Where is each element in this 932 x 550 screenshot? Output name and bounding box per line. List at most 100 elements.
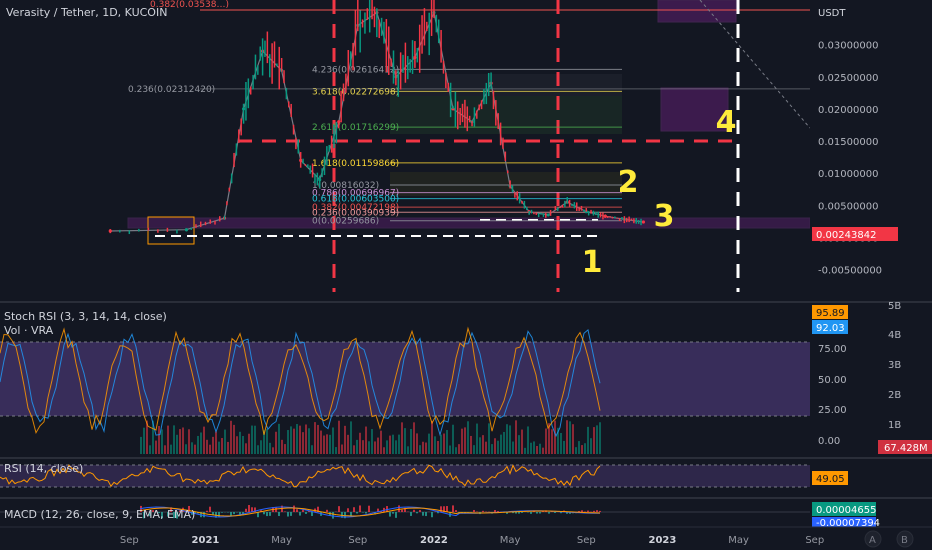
stoch-tick: 75.00: [818, 344, 847, 355]
volume-bar: [272, 447, 274, 454]
stoch-tick: 25.00: [818, 405, 847, 416]
price-tick: 0.02000000: [818, 105, 878, 116]
volume-bar: [173, 425, 175, 454]
volume-bar: [239, 431, 241, 454]
volume-bar: [356, 439, 358, 454]
macd-histogram-bar: [218, 512, 220, 518]
volume-bar: [347, 434, 349, 454]
volume-bar: [518, 435, 520, 454]
macd-histogram-bar: [278, 512, 280, 517]
fib-zone-upper: [390, 74, 622, 96]
volume-bar: [599, 422, 601, 454]
volume-bar: [542, 447, 544, 454]
volume-bar: [278, 423, 280, 454]
macd-value: 0.00004655: [816, 505, 876, 516]
volume-bar: [506, 424, 508, 454]
volume-bar: [476, 423, 478, 454]
volume-bar: [176, 434, 178, 454]
macd-histogram-bar: [395, 512, 397, 518]
volume-bar: [509, 425, 511, 454]
macd-histogram-bar: [473, 509, 475, 512]
volume-bar: [206, 439, 208, 454]
macd-histogram-bar: [548, 512, 550, 514]
volume-bar: [407, 446, 409, 454]
volume-bar: [521, 429, 523, 454]
volume-bar: [470, 435, 472, 454]
macd-histogram-bar: [365, 512, 367, 514]
volume-bar: [302, 432, 304, 454]
volume-bar: [515, 420, 517, 454]
macd-title: MACD (12, 26, close, 9, EMA, EMA): [4, 508, 196, 521]
volume-bar: [461, 428, 463, 454]
macd-histogram-bar: [368, 505, 370, 512]
macd-histogram-bar: [287, 512, 289, 517]
macd-histogram-bar: [347, 508, 349, 512]
time-label: Sep: [120, 535, 139, 546]
chart-canvas[interactable]: 4.236(0.02616412)3.618(0.02272698)2.618(…: [0, 0, 932, 550]
volume-bar: [551, 429, 553, 454]
macd-histogram-bar: [554, 512, 556, 513]
time-label: May: [271, 535, 292, 546]
macd-histogram-bar: [299, 512, 301, 516]
volume-bar: [221, 438, 223, 454]
volume-bar: [527, 426, 529, 454]
macd-histogram-bar: [230, 512, 232, 516]
volume-bar: [287, 430, 289, 454]
volume-bar: [584, 443, 586, 454]
macd-histogram-bar: [359, 505, 361, 512]
macd-histogram-bar: [581, 510, 583, 512]
volume-bar: [167, 425, 169, 454]
rsi-value: 49.05: [816, 474, 845, 485]
macd-histogram-bar: [419, 510, 421, 512]
time-axis[interactable]: [0, 527, 932, 550]
support-band: [127, 217, 811, 229]
volume-bar: [338, 420, 340, 454]
volume-bar: [248, 433, 250, 454]
macd-histogram-bar: [446, 506, 448, 512]
vol-tick: 1B: [888, 420, 901, 431]
macd-histogram-bar: [269, 512, 271, 516]
vol-title: Vol · VRA: [4, 324, 54, 337]
volume-bar: [236, 436, 238, 454]
price-tick: 0.00500000: [818, 201, 878, 212]
macd-histogram-bar: [305, 512, 307, 514]
vol-value: 67.428M: [884, 443, 928, 454]
volume-bar: [395, 440, 397, 454]
volume-bar: [449, 445, 451, 454]
volume-bar: [233, 424, 235, 454]
volume-bar: [371, 429, 373, 454]
volume-bar: [194, 444, 196, 454]
volume-bar: [581, 445, 583, 454]
macd-histogram-bar: [206, 510, 208, 512]
time-label: May: [500, 535, 521, 546]
volume-bar: [497, 440, 499, 454]
volume-bar: [533, 441, 535, 454]
volume-bar: [344, 425, 346, 454]
volume-bar: [392, 434, 394, 454]
macd-histogram-bar: [596, 510, 598, 512]
volume-bar: [200, 432, 202, 454]
fib-level-label: 2.618(0.01716299): [312, 123, 399, 133]
volume-bar: [578, 441, 580, 454]
volume-bar: [539, 443, 541, 454]
volume-bar: [575, 447, 577, 454]
macd-histogram-bar: [455, 510, 457, 512]
left-fib-label: 0.236(0.02312420): [128, 85, 215, 95]
macd-histogram-bar: [593, 510, 595, 512]
volume-bar: [179, 429, 181, 454]
volume-bar: [245, 443, 247, 454]
annotation-number: 1: [582, 245, 603, 280]
volume-bar: [281, 439, 283, 454]
fib-zone-mid: [390, 96, 622, 134]
macd-histogram-bar: [293, 505, 295, 512]
macd-histogram-bar: [494, 510, 496, 512]
volume-bar: [329, 434, 331, 454]
volume-bar: [191, 442, 193, 454]
volume-bar: [524, 447, 526, 454]
volume-bar: [305, 424, 307, 454]
vol-tick: 3B: [888, 360, 901, 371]
chart-title: Verasity / Tether, 1D, KUCOIN: [6, 6, 168, 19]
volume-bar: [512, 441, 514, 454]
volume-bar: [593, 427, 595, 454]
macd-histogram-bar: [356, 512, 358, 514]
